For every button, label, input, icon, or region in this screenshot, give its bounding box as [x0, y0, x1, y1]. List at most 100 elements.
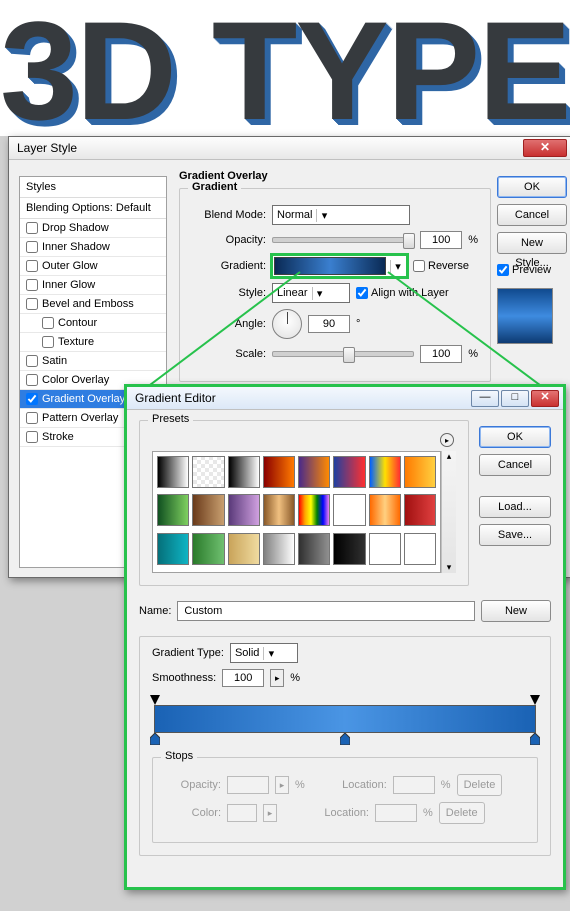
style-item-checkbox[interactable]	[26, 374, 38, 386]
style-item-checkbox[interactable]	[42, 336, 54, 348]
layer-style-title: Layer Style	[17, 141, 523, 155]
load-button[interactable]: Load...	[479, 496, 551, 518]
angle-value[interactable]: 90	[308, 315, 350, 333]
smoothness-value[interactable]: 100	[222, 669, 264, 687]
style-item-inner-glow[interactable]: Inner Glow	[20, 276, 166, 295]
preset-swatch[interactable]	[369, 533, 401, 565]
styles-header[interactable]: Styles	[20, 177, 166, 198]
chevron-down-icon: ▾	[312, 287, 327, 300]
style-item-texture[interactable]: Texture	[20, 333, 166, 352]
cancel-button[interactable]: Cancel	[497, 204, 567, 226]
align-checkbox[interactable]: Align with Layer	[356, 287, 449, 299]
opacity-value[interactable]: 100	[420, 231, 462, 249]
close-icon[interactable]: ✕	[523, 139, 567, 157]
preset-swatch[interactable]	[228, 533, 260, 565]
preset-swatch[interactable]	[333, 533, 365, 565]
smoothness-menu-icon[interactable]: ▸	[270, 669, 284, 687]
style-item-checkbox[interactable]	[42, 317, 54, 329]
name-input[interactable]: Custom	[177, 601, 475, 621]
name-label: Name:	[139, 605, 171, 617]
style-item-label: Satin	[42, 355, 67, 367]
style-item-checkbox[interactable]	[26, 298, 38, 310]
style-item-inner-shadow[interactable]: Inner Shadow	[20, 238, 166, 257]
preset-swatch[interactable]	[192, 533, 224, 565]
layer-style-titlebar[interactable]: Layer Style ✕	[9, 137, 570, 160]
new-style-button[interactable]: New Style...	[497, 232, 567, 254]
preset-swatch[interactable]	[298, 533, 330, 565]
angle-dial[interactable]	[272, 309, 302, 339]
new-button[interactable]: New	[481, 600, 551, 622]
preset-swatch[interactable]	[228, 456, 260, 488]
gradient-group-label: Gradient	[188, 181, 241, 193]
style-combo[interactable]: Linear ▾	[272, 283, 350, 303]
style-item-checkbox[interactable]	[26, 355, 38, 367]
preset-swatch[interactable]	[298, 494, 330, 526]
cancel-button[interactable]: Cancel	[479, 454, 551, 476]
preset-swatch[interactable]	[228, 494, 260, 526]
reverse-checkbox[interactable]: Reverse	[413, 260, 469, 272]
preset-swatch[interactable]	[404, 456, 436, 488]
maximize-icon[interactable]: □	[501, 390, 529, 407]
style-item-checkbox[interactable]	[26, 393, 38, 405]
ok-button[interactable]: OK	[479, 426, 551, 448]
preset-swatch[interactable]	[263, 533, 295, 565]
scale-slider[interactable]	[272, 351, 414, 357]
color-stop-mid[interactable]	[340, 733, 350, 745]
style-item-bevel-and-emboss[interactable]: Bevel and Emboss	[20, 295, 166, 314]
gradient-editor-titlebar[interactable]: Gradient Editor — □ ✕	[127, 387, 563, 410]
gradient-picker[interactable]: ▾	[272, 255, 407, 277]
stop-color-menu-icon: ▸	[263, 804, 277, 822]
save-button[interactable]: Save...	[479, 524, 551, 546]
style-item-checkbox[interactable]	[26, 222, 38, 234]
scale-value[interactable]: 100	[420, 345, 462, 363]
style-item-checkbox[interactable]	[26, 241, 38, 253]
close-icon[interactable]: ✕	[531, 390, 559, 407]
preset-swatch[interactable]	[157, 533, 189, 565]
preset-swatch[interactable]	[333, 494, 365, 526]
preset-swatch[interactable]	[333, 456, 365, 488]
style-item-checkbox[interactable]	[26, 279, 38, 291]
presets-menu-icon[interactable]: ▸	[440, 433, 454, 447]
preset-swatch[interactable]	[157, 494, 189, 526]
style-item-satin[interactable]: Satin	[20, 352, 166, 371]
gradient-editor-title: Gradient Editor	[135, 391, 471, 405]
percent-label: %	[468, 348, 478, 360]
gradient-bar[interactable]	[154, 705, 536, 733]
stop-opacity-value	[227, 776, 269, 794]
preset-swatch[interactable]	[263, 494, 295, 526]
style-item-label: Color Overlay	[42, 374, 109, 386]
style-item-label: Drop Shadow	[42, 222, 109, 234]
opacity-stop-left[interactable]	[150, 695, 160, 705]
style-item-checkbox[interactable]	[26, 412, 38, 424]
preset-swatch[interactable]	[192, 456, 224, 488]
minimize-icon[interactable]: —	[471, 390, 499, 407]
preset-swatch[interactable]	[404, 533, 436, 565]
style-item-checkbox[interactable]	[26, 260, 38, 272]
stop-location-label: Location:	[331, 779, 387, 791]
style-item-drop-shadow[interactable]: Drop Shadow	[20, 219, 166, 238]
preset-swatch[interactable]	[404, 494, 436, 526]
stop-opacity-menu-icon: ▸	[275, 776, 289, 794]
stop-color-label: Color:	[165, 807, 221, 819]
delete-opacity-stop-button: Delete	[457, 774, 503, 796]
style-item-contour[interactable]: Contour	[20, 314, 166, 333]
preset-swatch[interactable]	[192, 494, 224, 526]
blend-mode-combo[interactable]: Normal ▾	[272, 205, 410, 225]
color-stop-right[interactable]	[530, 733, 540, 745]
gradient-type-combo[interactable]: Solid▾	[230, 643, 298, 663]
opacity-slider[interactable]	[272, 237, 414, 243]
gradient-swatch	[274, 257, 386, 275]
preset-swatch[interactable]	[369, 494, 401, 526]
blending-options-header[interactable]: Blending Options: Default	[20, 198, 166, 219]
ok-button[interactable]: OK	[497, 176, 567, 198]
style-item-checkbox[interactable]	[26, 431, 38, 443]
preset-swatch[interactable]	[298, 456, 330, 488]
opacity-stop-right[interactable]	[530, 695, 540, 705]
color-stop-left[interactable]	[150, 733, 160, 745]
preset-swatch[interactable]	[157, 456, 189, 488]
style-item-outer-glow[interactable]: Outer Glow	[20, 257, 166, 276]
presets-scrollbar[interactable]: ▴▾	[441, 451, 456, 573]
preset-swatch[interactable]	[263, 456, 295, 488]
preview-checkbox[interactable]: Preview	[497, 264, 567, 276]
preset-swatch[interactable]	[369, 456, 401, 488]
